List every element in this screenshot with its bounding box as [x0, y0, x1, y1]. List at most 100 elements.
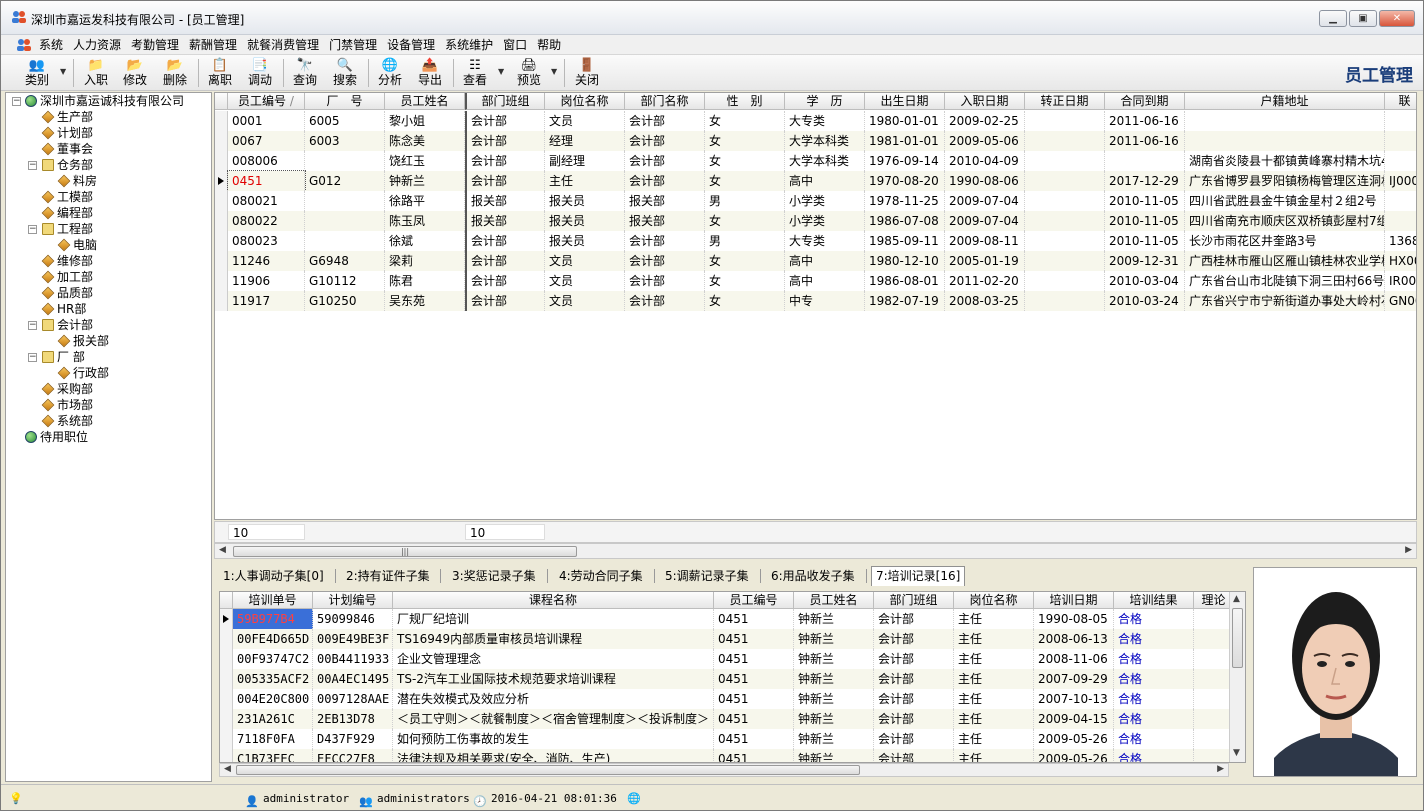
table-cell[interactable]: 报关员 — [545, 231, 625, 251]
tree-node[interactable]: 品质部 — [41, 285, 93, 301]
table-cell[interactable]: IJ000 — [1385, 171, 1416, 191]
table-cell[interactable]: 企业文管理理念 — [393, 649, 714, 669]
table-cell[interactable]: 会计部 — [874, 649, 954, 669]
table-cell[interactable]: 会计部 — [465, 131, 545, 151]
menu-hr[interactable]: 人力资源 — [68, 35, 126, 55]
table-cell[interactable] — [1105, 151, 1185, 171]
tree-node[interactable]: 维修部 — [41, 253, 93, 269]
table-cell[interactable]: 小学类 — [785, 211, 865, 231]
table-cell[interactable]: 广东省台山市北陡镇下洞三田村66号之 — [1185, 271, 1385, 291]
table-cell[interactable]: 文员 — [545, 251, 625, 271]
table-cell[interactable]: 钟新兰 — [794, 709, 874, 729]
table-cell[interactable]: 2009-08-11 — [945, 231, 1025, 251]
table-cell[interactable]: 报关部 — [625, 211, 705, 231]
table-cell[interactable]: 1990-08-06 — [945, 171, 1025, 191]
scroll-up-icon[interactable]: ▲ — [1233, 594, 1240, 604]
row-indicator[interactable] — [220, 749, 233, 762]
table-cell[interactable]: 2010-03-04 — [1105, 271, 1185, 291]
table-cell[interactable]: 法律法规及相关要求(安全、消防、生产) — [393, 749, 714, 762]
column-header[interactable]: 部门名称 — [625, 93, 705, 110]
table-cell[interactable]: 报关员 — [545, 191, 625, 211]
scroll-right-icon[interactable]: ▶ — [1405, 545, 1412, 555]
tab-certificates[interactable]: 2:持有证件子集 — [341, 566, 435, 586]
table-cell[interactable]: 2010-04-09 — [945, 151, 1025, 171]
row-indicator[interactable] — [220, 629, 233, 649]
table-cell[interactable]: 1978-11-25 — [865, 191, 945, 211]
category-button[interactable]: 👥 类别 — [17, 56, 57, 90]
table-cell[interactable]: 饶红玉 — [385, 151, 465, 171]
edit-button[interactable]: 📂 修改 — [115, 56, 155, 90]
table-cell[interactable]: 会计部 — [625, 171, 705, 191]
row-indicator[interactable] — [215, 291, 228, 311]
table-cell[interactable]: 0451 — [714, 669, 794, 689]
row-indicator[interactable] — [220, 709, 233, 729]
tree-node-pending[interactable]: 待用职位 — [25, 429, 88, 445]
preview-dropdown-icon[interactable]: ▼ — [551, 67, 557, 76]
table-cell[interactable] — [305, 231, 385, 251]
tree-node[interactable]: 市场部 — [41, 397, 93, 413]
menu-devices[interactable]: 设备管理 — [382, 35, 440, 55]
menu-attendance[interactable]: 考勤管理 — [126, 35, 184, 55]
table-cell[interactable]: 合格 — [1114, 649, 1194, 669]
table-cell[interactable]: 大专类 — [785, 111, 865, 131]
table-cell[interactable]: 报关员 — [545, 211, 625, 231]
table-cell[interactable]: 2009-05-26 — [1034, 749, 1114, 762]
table-cell[interactable]: 0451 — [227, 170, 306, 192]
column-header[interactable]: 课程名称 — [393, 592, 714, 609]
table-cell[interactable]: 经理 — [545, 131, 625, 151]
menu-payroll[interactable]: 薪酬管理 — [184, 35, 242, 55]
table-cell[interactable]: 0451 — [714, 689, 794, 709]
table-cell[interactable]: TS-2汽车工业国际技术规范要求培训课程 — [393, 669, 714, 689]
scroll-thumb[interactable] — [236, 765, 860, 775]
column-header[interactable]: 厂 号 — [305, 93, 385, 110]
table-cell[interactable]: 231A261C — [233, 709, 313, 729]
tree-collapse-toggle[interactable]: − — [28, 321, 37, 330]
column-header[interactable]: 培训单号 — [233, 592, 313, 609]
table-cell[interactable] — [1025, 291, 1105, 311]
table-cell[interactable]: 会计部 — [465, 271, 545, 291]
tab-transfers[interactable]: 1:人事调动子集[0] — [218, 566, 329, 586]
menu-access[interactable]: 门禁管理 — [324, 35, 382, 55]
table-cell[interactable]: 2007-10-13 — [1034, 689, 1114, 709]
preview-button[interactable]: 🖨 预览 — [509, 56, 549, 90]
column-header[interactable]: 培训日期 — [1034, 592, 1114, 609]
tree-node[interactable]: 董事会 — [41, 141, 93, 157]
table-cell[interactable]: 080021 — [228, 191, 305, 211]
table-row[interactable]: 00FE4D665D 009E49BE3F TS16949内部质量审核员培训课程 04… — [220, 629, 1245, 649]
table-row[interactable]: 008006 饶红玉 会计部 副经理 会计部女大学本科类 1976-09-14 2010-0… — [215, 151, 1416, 171]
table-row[interactable]: 00F93747C2 00B4411933 企业文管理理念 0451 钟新兰 会计部 主任 2… — [220, 649, 1245, 669]
table-cell[interactable]: 2EB13D78 — [313, 709, 393, 729]
scroll-right-icon[interactable]: ▶ — [1217, 764, 1224, 774]
table-cell[interactable]: 11917 — [228, 291, 305, 311]
table-cell[interactable]: 0451 — [714, 709, 794, 729]
view-dropdown-icon[interactable]: ▼ — [498, 67, 504, 76]
column-header[interactable]: 户籍地址 — [1185, 93, 1385, 110]
search-button[interactable]: 🔍 搜索 — [325, 56, 365, 90]
tree-node[interactable]: 会计部 — [42, 317, 93, 333]
table-cell[interactable]: 主任 — [954, 709, 1034, 729]
export-button[interactable]: 📤 导出 — [410, 56, 450, 90]
table-row[interactable]: 11246 G6948 梁莉 会计部 文员 会计部女高中 1980-12-10 2005-01… — [215, 251, 1416, 271]
row-indicator[interactable] — [215, 131, 228, 151]
table-cell[interactable]: GN004 — [1385, 291, 1416, 311]
table-cell[interactable]: 0001 — [228, 111, 305, 131]
table-cell[interactable]: 2010-11-05 — [1105, 211, 1185, 231]
table-cell[interactable]: G10112 — [305, 271, 385, 291]
table-cell[interactable]: 报关部 — [465, 211, 545, 231]
table-cell[interactable]: 报关部 — [465, 191, 545, 211]
tab-supplies[interactable]: 6:用品收发子集 — [766, 566, 860, 586]
table-cell[interactable]: 大专类 — [785, 231, 865, 251]
table-cell[interactable]: 2008-06-13 — [1034, 629, 1114, 649]
table-cell[interactable]: 广东省兴宁市宁新街道办事处大岭村石 — [1185, 291, 1385, 311]
tree-node[interactable]: 工模部 — [41, 189, 93, 205]
table-cell[interactable] — [1025, 111, 1105, 131]
table-cell[interactable]: 文员 — [545, 271, 625, 291]
table-cell[interactable]: C1B73EEC — [233, 749, 313, 762]
table-cell[interactable]: 合格 — [1114, 729, 1194, 749]
table-cell[interactable]: EFCC27F8 — [313, 749, 393, 762]
table-cell[interactable]: 黎小姐 — [385, 111, 465, 131]
row-indicator[interactable] — [220, 729, 233, 749]
tree-node[interactable]: 料房 — [57, 173, 97, 189]
table-cell[interactable]: 潜在失效模式及效应分析 — [393, 689, 714, 709]
table-cell[interactable]: 小学类 — [785, 191, 865, 211]
